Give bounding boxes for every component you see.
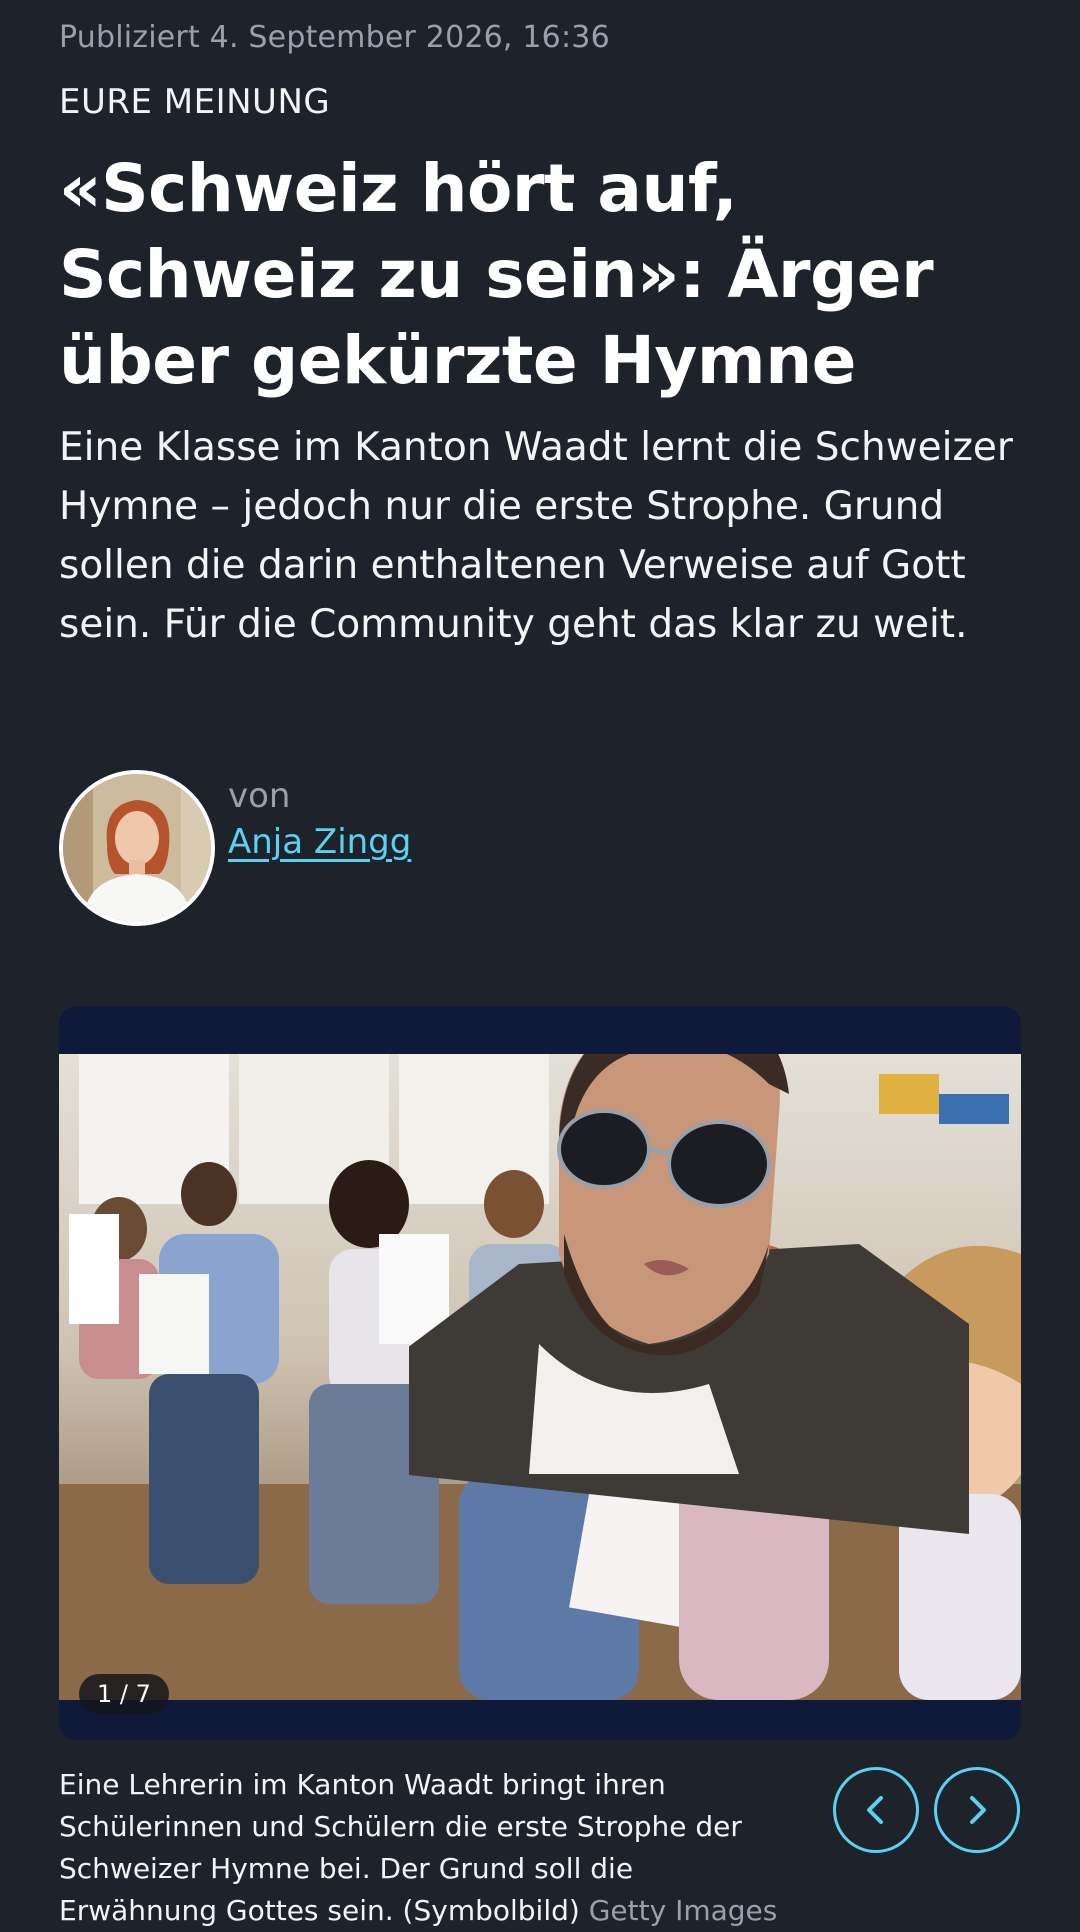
chevron-left-icon <box>867 1796 883 1824</box>
article-headline: «Schweiz hört auf, Schweiz zu sein»: Ärg… <box>59 150 934 399</box>
article-kicker: EURE MEINUNG <box>59 82 331 122</box>
image-caption: Eine Lehrerin im Kanton Waadt bringt ihr… <box>59 1764 799 1932</box>
author-by-label: von <box>228 776 291 816</box>
published-date: Publiziert 4. September 2026, 16:36 <box>59 20 610 55</box>
slide-counter: 1 / 7 <box>79 1674 169 1714</box>
article-lead: Eine Klasse im Kanton Waadt lernt die Sc… <box>59 425 1013 647</box>
gallery-prev-button[interactable] <box>833 1767 919 1853</box>
author-avatar[interactable] <box>59 770 215 926</box>
image-gallery[interactable]: 1 / 7 <box>59 1006 1021 1740</box>
chevron-right-icon <box>970 1796 986 1824</box>
author-photo <box>63 774 211 922</box>
overlay-person-photo <box>409 1054 969 1534</box>
image-credit: Getty Images <box>588 1894 778 1927</box>
gallery-next-button[interactable] <box>934 1767 1020 1853</box>
author-name-link[interactable]: Anja Zingg <box>228 822 411 862</box>
gallery-photo <box>59 1054 1021 1700</box>
